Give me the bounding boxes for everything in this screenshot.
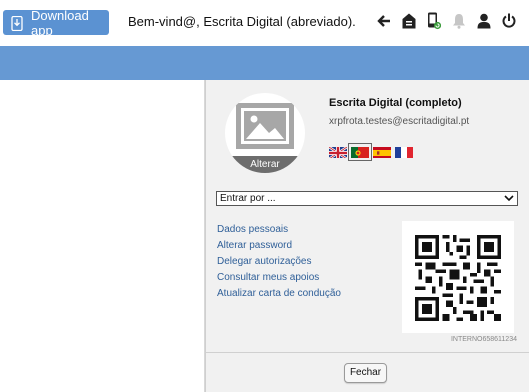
user-full-name: Escrita Digital (completo) [329,97,462,109]
user-icon[interactable] [476,12,492,30]
mobile-refresh-icon[interactable] [426,12,442,30]
language-selector [329,143,417,161]
image-placeholder-icon [236,103,294,149]
chevron-down-icon [504,193,514,203]
qr-code-label: INTERNO658611234 [450,336,517,343]
bell-icon[interactable] [451,12,467,30]
flag-france-icon[interactable] [395,146,413,158]
enter-as-select-value: Entrar por ... [220,193,276,204]
update-driving-license-link[interactable]: Atualizar carta de condução [217,288,341,304]
personal-data-link[interactable]: Dados pessoais [217,224,341,240]
power-icon[interactable] [501,12,517,30]
flag-spain-icon[interactable] [373,146,391,158]
main-content-area [0,80,205,392]
avatar[interactable]: Alterar [225,93,305,173]
consult-supports-link[interactable]: Consultar meus apoios [217,272,341,288]
top-bar: Download app Bem-vind@, Escrita Digital … [0,0,529,46]
top-icon-bar [367,10,517,32]
delegate-authorizations-link[interactable]: Delegar autorizações [217,256,341,272]
header-band [0,46,529,80]
change-password-link[interactable]: Alterar password [217,240,341,256]
divider [206,352,529,353]
close-button[interactable]: Fechar [344,363,387,383]
flag-portugal-icon[interactable] [348,143,372,161]
enter-as-select[interactable]: Entrar por ... [216,191,518,206]
download-icon [11,15,23,31]
qr-code [402,221,514,333]
profile-links: Dados pessoais Alterar password Delegar … [217,224,341,304]
user-email: xrpfrota.testes@escritadigital.pt [329,116,470,127]
download-app-button[interactable]: Download app [3,7,109,38]
home-icon[interactable] [401,12,417,30]
flag-uk-icon[interactable] [329,146,347,158]
welcome-message: Bem-vind@, Escrita Digital (abreviado). [128,14,356,29]
profile-panel: Alterar Escrita Digital (completo) xrpfr… [205,80,529,392]
download-app-label: Download app [31,7,89,38]
change-photo-button[interactable]: Alterar [225,156,305,173]
arrow-left-icon[interactable] [376,12,392,30]
